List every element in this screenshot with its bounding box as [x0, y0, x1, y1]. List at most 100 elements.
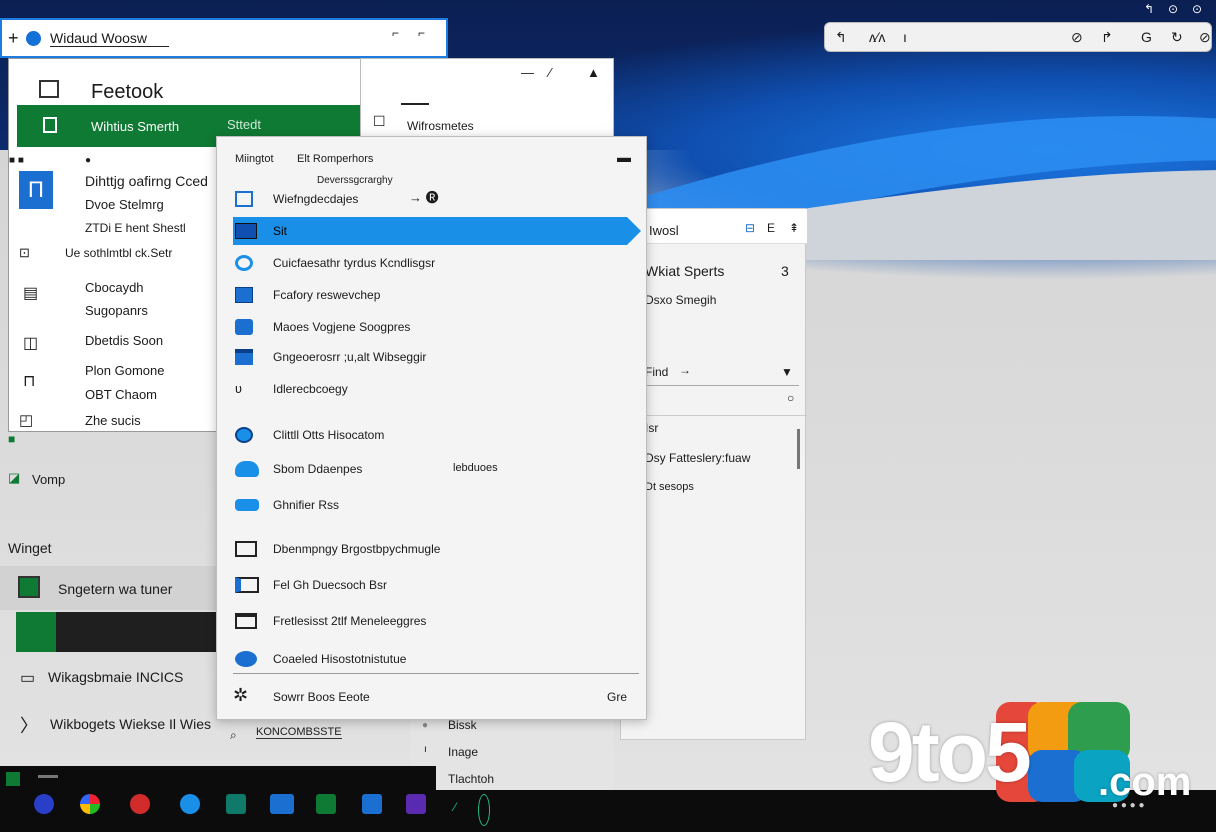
menu-item[interactable]: Fretlesisst 2tlf Meneleeggres: [217, 607, 648, 637]
menu-item[interactable]: Clittll Otts Hisocatom: [217, 421, 648, 451]
desktop-icon: [235, 577, 259, 593]
menu-item-label: Sbom Ddaenpes: [273, 462, 363, 476]
list-item[interactable]: Cbocaydh: [85, 280, 144, 295]
back-icon[interactable]: +: [8, 28, 19, 49]
menu-item[interactable]: ʋ Idlerecbcoegy: [217, 375, 648, 405]
menu-item[interactable]: Cuicfaesathr tyrdus Kcndlisgsr: [217, 249, 648, 279]
menu-item-label: Dbenmpngy Brgostbpychmugle: [273, 542, 441, 556]
menu-icon[interactable]: [39, 80, 59, 98]
menu-item[interactable]: Gngeoerosrr ;u,alt Wibseggir: [217, 343, 648, 373]
menu-item[interactable]: Coaeled Hisostotnistutue: [217, 645, 648, 675]
record-icon[interactable]: ⊙: [1168, 2, 1178, 16]
onedrive-icon: [235, 651, 257, 667]
app-blue-icon[interactable]: [34, 794, 54, 814]
menu-item[interactable]: Fcafory reswevchep: [217, 281, 648, 311]
back-icon[interactable]: ↰: [1144, 2, 1154, 16]
menu-item[interactable]: Wiefngdecdajes: [217, 185, 648, 215]
back-icon[interactable]: ↰: [835, 29, 847, 46]
chevron-down-icon[interactable]: ▼: [781, 365, 793, 379]
collapse-icon[interactable]: ▬: [617, 149, 631, 165]
list-icon: [235, 223, 257, 239]
pin-icon[interactable]: ⇞: [789, 221, 799, 235]
menu-item[interactable]: Maoes Vogjene Soogpres: [217, 313, 648, 343]
address-title[interactable]: Widaud Woosw: [50, 30, 170, 47]
menu-item-label: Cuicfaesathr tyrdus Kcndlisgsr: [273, 256, 436, 270]
right-panel-row[interactable]: Dt sesops: [645, 481, 694, 493]
app-mail-icon[interactable]: [362, 794, 382, 814]
chrome-icon[interactable]: [80, 794, 100, 814]
menu-footer-item[interactable]: ✲ Sowrr Boos Eeote Gre: [217, 683, 648, 713]
minimize-icon[interactable]: ⌐: [392, 26, 399, 40]
app-purple-icon[interactable]: [406, 794, 426, 814]
right-panel-row[interactable]: Dsy Fatteslery:fuaw: [645, 451, 750, 465]
stack-item[interactable]: Bissk: [448, 718, 477, 732]
list-item[interactable]: Dbetdis Soon: [85, 333, 163, 348]
close-icon[interactable]: ⌐: [418, 26, 425, 40]
close-icon[interactable]: ▲: [587, 65, 600, 80]
list-item[interactable]: Wikagsbmaie INCICS: [48, 669, 183, 685]
menu-footer-right[interactable]: Gre: [607, 690, 627, 704]
taskbar-upper: ▬▬: [0, 766, 436, 792]
cloud-icon: [235, 461, 259, 477]
minimize-icon[interactable]: —: [521, 65, 534, 80]
find-dropdown[interactable]: Find → ▼: [645, 359, 799, 386]
sparkle-icon: ⁄: [454, 800, 457, 814]
menu-item-label: Fcafory reswevchep: [273, 288, 381, 302]
list-item[interactable]: Wikbogets Wiekse Il Wies: [50, 716, 211, 732]
forward-icon[interactable]: ↱: [1101, 29, 1113, 46]
search-bar[interactable]: ↰ ᴧ∕ᴧ ı ⊘ ↱ G ↻ ⊘: [824, 22, 1212, 52]
edge-icon[interactable]: [180, 794, 200, 814]
app-green-icon[interactable]: [316, 794, 336, 814]
app-teal-icon[interactable]: [226, 794, 246, 814]
list-item[interactable]: ZTDi E hent Shestl: [85, 221, 186, 235]
window-label: Wifrosmetes: [407, 119, 474, 133]
menu-item[interactable]: Fel Gh Duecsoch Bsr: [217, 571, 648, 601]
right-panel-header: Iwosl ⊟ E ⇞: [621, 209, 807, 244]
menu-item-label: Gngeoerosrr ;u,alt Wibseggir: [273, 350, 427, 364]
block-icon[interactable]: ⊘: [1071, 29, 1083, 46]
menu-item[interactable]: Dbenmpngy Brgostbpychmugle: [217, 535, 648, 565]
list-item[interactable]: Dvoe Stelmrg: [85, 197, 164, 212]
search-input[interactable]: KONCOMBSSTE: [256, 726, 342, 739]
hook-icon: ʋ: [235, 381, 243, 396]
bottom-stack: ● Bissk ı Inage ^ Tlachtoh: [410, 716, 614, 792]
checkbox-icon[interactable]: ☐: [373, 113, 386, 130]
winget-row[interactable]: Sngetern wa tuner: [0, 566, 216, 610]
search-field[interactable]: ○: [645, 387, 799, 409]
search-icon[interactable]: ⌕: [230, 728, 237, 743]
menu-item[interactable]: Sbom Ddaenpes lebduoes: [217, 455, 648, 485]
list-item[interactable]: Sugopanrs: [85, 303, 148, 318]
menu-item[interactable]: Ghnifier Rss: [217, 491, 648, 521]
app-store-icon[interactable]: [270, 794, 294, 814]
folder-icon: ◰: [19, 412, 34, 429]
calendar-icon: ⊡: [19, 245, 30, 260]
list-item[interactable]: Ue sothlmtbl ck.Setr: [65, 246, 172, 260]
more-icon[interactable]: ⊘: [1199, 29, 1211, 46]
vomp-label[interactable]: Vomp: [32, 472, 65, 487]
list-item[interactable]: Dihttjg oafirng Cced: [85, 173, 208, 189]
search-icon[interactable]: ○: [787, 391, 794, 405]
app-tile-icon[interactable]: Π: [19, 171, 53, 209]
settings-icon[interactable]: ⊙: [1192, 2, 1202, 16]
g-icon[interactable]: G: [1141, 29, 1152, 45]
handle-icon: ▬▬: [38, 770, 58, 781]
right-panel-title: Wkiat Sperts: [645, 263, 725, 279]
stack-item[interactable]: Tlachtoh: [448, 772, 494, 786]
scrollbar[interactable]: [797, 429, 800, 469]
menu-item-selected[interactable]: Sit: [233, 217, 641, 245]
maximize-icon[interactable]: ⁄: [549, 65, 551, 80]
refresh-icon[interactable]: ↻: [1171, 29, 1183, 46]
excel-icon[interactable]: [6, 772, 20, 786]
list-item[interactable]: Plon Gomone: [85, 363, 165, 378]
selected-progress-bar[interactable]: [16, 612, 216, 652]
winget-heading: Winget: [8, 540, 52, 556]
list-item[interactable]: OBT Chaom: [85, 387, 157, 402]
edit-icon[interactable]: E: [767, 221, 775, 235]
app-red-icon[interactable]: [130, 794, 150, 814]
list-item[interactable]: Zhe sucis: [85, 413, 141, 428]
count-badge: 3: [781, 263, 789, 279]
right-panel-header-label: Iwosl: [649, 223, 679, 238]
menu-item-label: Wiefngdecdajes: [273, 192, 359, 206]
view-icon[interactable]: ⊟: [745, 221, 755, 235]
stack-item[interactable]: Inage: [448, 745, 478, 759]
